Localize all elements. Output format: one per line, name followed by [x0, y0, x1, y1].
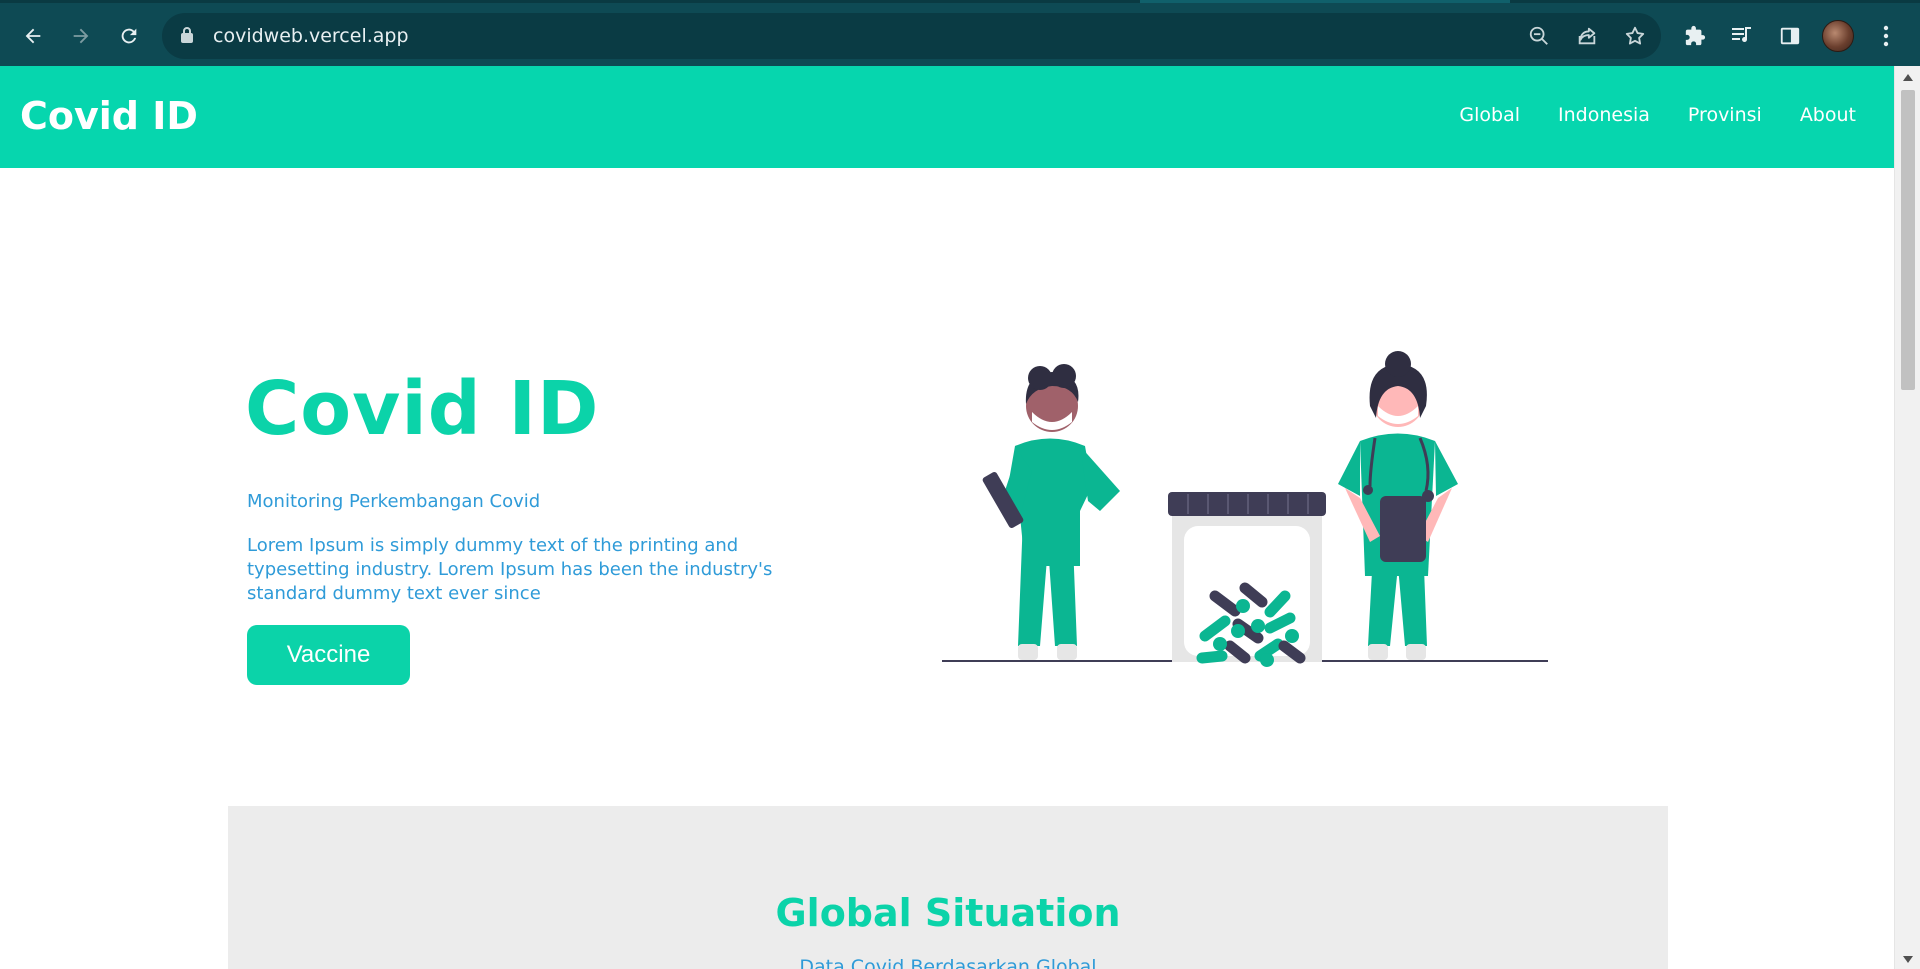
browser-toolbar: covidweb.vercel.app	[0, 0, 1920, 66]
reload-icon[interactable]	[111, 18, 147, 54]
scroll-down-arrow[interactable]	[1903, 956, 1913, 963]
nav-link-about[interactable]: About	[1800, 104, 1856, 126]
url-text[interactable]: covidweb.vercel.app	[213, 25, 409, 47]
main-nav: Global Indonesia Provinsi About	[1459, 104, 1856, 126]
site-logo[interactable]: Covid ID	[20, 94, 198, 138]
nav-link-global[interactable]: Global	[1459, 104, 1520, 126]
hero-description: Lorem Ipsum is simply dummy text of the …	[247, 535, 773, 604]
extensions-icon[interactable]	[1679, 20, 1711, 52]
side-panel-icon[interactable]	[1774, 20, 1806, 52]
doctors-illustration	[940, 306, 1560, 706]
avatar[interactable]	[1822, 20, 1854, 52]
section-title: Global Situation	[775, 891, 1121, 935]
hero-title: Covid ID	[245, 366, 600, 452]
page-scrollbar[interactable]	[1894, 66, 1920, 969]
tab-strip-indicator	[1140, 0, 1510, 3]
avatar-image	[1822, 20, 1854, 52]
hero-subtitle: Monitoring Perkembangan Covid	[247, 491, 541, 512]
star-icon[interactable]	[1623, 24, 1647, 48]
vaccine-button[interactable]: Vaccine	[247, 625, 410, 685]
page-content: Covid ID Global Indonesia Provinsi About…	[0, 66, 1894, 969]
nav-link-provinsi[interactable]: Provinsi	[1688, 104, 1762, 126]
nav-link-indonesia[interactable]: Indonesia	[1558, 104, 1650, 126]
site-header: Covid ID Global Indonesia Provinsi About	[0, 66, 1894, 168]
zoom-out-icon[interactable]	[1527, 24, 1551, 48]
forward-icon[interactable]	[63, 18, 99, 54]
scroll-thumb[interactable]	[1901, 90, 1915, 390]
scroll-up-arrow[interactable]	[1903, 74, 1913, 81]
back-icon[interactable]	[15, 18, 51, 54]
menu-icon[interactable]	[1870, 20, 1902, 52]
share-icon[interactable]	[1575, 24, 1599, 48]
global-situation-section: Global Situation Data Covid Berdasarkan …	[228, 806, 1668, 969]
section-subtitle: Data Covid Berdasarkan Global	[799, 956, 1097, 969]
address-bar[interactable]: covidweb.vercel.app	[162, 13, 1661, 59]
lock-icon[interactable]	[180, 26, 194, 49]
media-icon[interactable]	[1726, 20, 1758, 52]
